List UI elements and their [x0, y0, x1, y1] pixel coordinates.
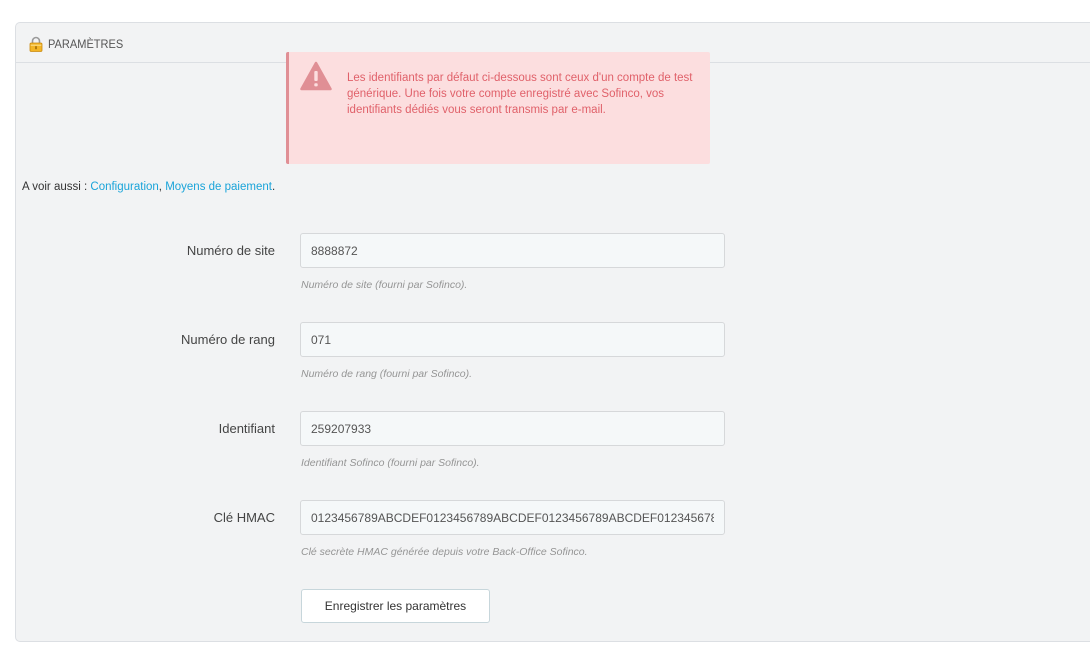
identifier-label: Identifiant: [218, 421, 275, 436]
see-also-prefix: A voir aussi :: [22, 181, 91, 193]
see-also-line: A voir aussi : Configuration, Moyens de …: [22, 181, 275, 193]
warning-icon: [300, 61, 332, 91]
site-number-input[interactable]: [300, 233, 725, 268]
alert-message: Les identifiants par défaut ci-dessous s…: [347, 72, 693, 116]
configuration-link[interactable]: Configuration: [90, 181, 158, 193]
lock-icon: [28, 36, 44, 52]
site-number-help: Numéro de site (fourni par Sofinco).: [301, 279, 468, 291]
identifier-help: Identifiant Sofinco (fourni par Sofinco)…: [301, 457, 480, 469]
identifier-input[interactable]: [300, 411, 725, 446]
rank-number-label: Numéro de rang: [181, 332, 275, 347]
rank-number-input[interactable]: [300, 322, 725, 357]
site-number-label: Numéro de site: [186, 243, 275, 258]
hmac-key-help: Clé secrète HMAC générée depuis votre Ba…: [301, 546, 588, 558]
panel-title: PARAMÈTRES: [48, 37, 124, 51]
warning-alert: Les identifiants par défaut ci-dessous s…: [286, 52, 710, 164]
see-also-suffix: .: [271, 181, 276, 193]
save-settings-button[interactable]: Enregistrer les paramètres: [301, 589, 490, 623]
payment-methods-link[interactable]: Moyens de paiement: [165, 181, 272, 193]
hmac-key-label: Clé HMAC: [213, 510, 275, 525]
rank-number-help: Numéro de rang (fourni par Sofinco).: [301, 368, 472, 380]
hmac-key-input[interactable]: [300, 500, 725, 535]
